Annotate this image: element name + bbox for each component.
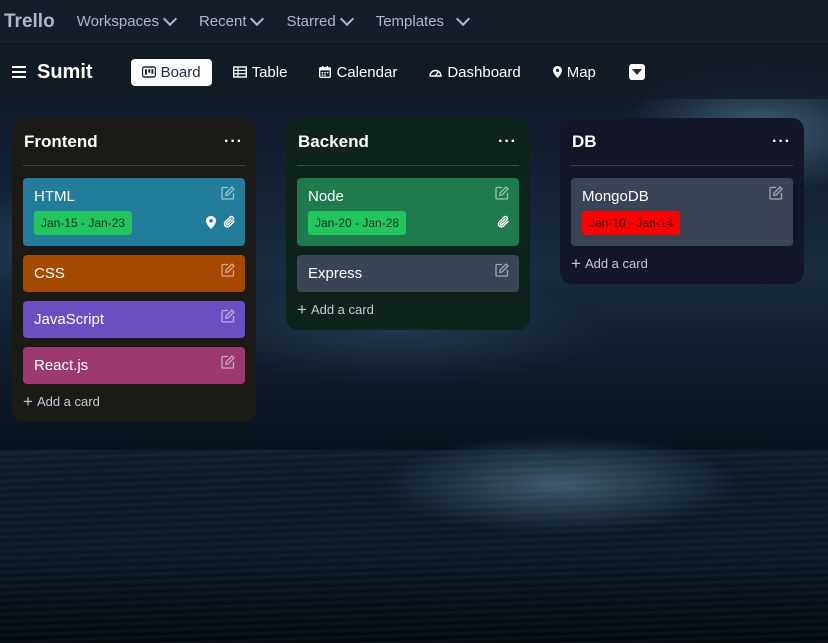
date-badge: Jan-10 - Jan-14 <box>582 211 681 235</box>
card-css[interactable]: CSS <box>23 255 245 292</box>
card-title: React.js <box>34 357 89 374</box>
card-title: HTML <box>34 188 75 205</box>
edit-icon[interactable] <box>221 309 235 323</box>
card-node[interactable]: Node Jan-20 - Jan-28 <box>297 178 519 246</box>
more-options-icon[interactable]: ··· <box>224 133 243 151</box>
nav-starred[interactable]: Starred <box>286 11 354 30</box>
edit-icon[interactable] <box>221 263 235 277</box>
view-calendar-button[interactable]: Calendar <box>308 59 408 86</box>
card-title: MongoDB <box>582 188 649 205</box>
card-express[interactable]: Express <box>297 255 519 292</box>
table-icon <box>232 66 247 78</box>
board-title[interactable]: Sumit <box>37 61 93 84</box>
calendar-icon <box>319 66 332 78</box>
list-db: DB ··· MongoDB Jan-10 - Jan-14 + Add a c… <box>560 118 804 284</box>
top-navigation: Trello Workspaces Recent Starred Templat… <box>0 0 828 44</box>
list-header: Backend ··· <box>297 118 519 166</box>
card-icons <box>497 215 510 234</box>
add-card-label: Add a card <box>584 256 648 271</box>
date-badge: Jan-20 - Jan-28 <box>308 211 407 235</box>
brand-logo[interactable]: Trello <box>4 11 55 33</box>
more-options-icon[interactable]: ··· <box>498 133 517 151</box>
list-title[interactable]: Frontend <box>24 132 98 152</box>
add-card-button[interactable]: + Add a card <box>297 301 519 318</box>
edit-icon[interactable] <box>221 355 235 369</box>
add-card-button[interactable]: + Add a card <box>23 393 245 410</box>
view-map-button[interactable]: Map <box>542 59 607 86</box>
inbox-dropdown-icon[interactable] <box>628 64 645 80</box>
nav-templates-label: Templates <box>375 13 445 30</box>
nav-recent-label: Recent <box>198 13 247 30</box>
card-html[interactable]: HTML Jan-15 - Jan-23 <box>23 178 245 246</box>
nav-recent[interactable]: Recent <box>198 11 265 30</box>
edit-icon[interactable] <box>495 263 509 277</box>
view-board-label: Board <box>160 63 201 81</box>
view-table-button[interactable]: Table <box>222 59 299 86</box>
plus-icon: + <box>571 254 581 273</box>
card-javascript[interactable]: JavaScript <box>23 301 245 338</box>
menu-icon[interactable] <box>12 66 26 78</box>
view-dashboard-label: Dashboard <box>447 63 521 81</box>
dashboard-icon <box>429 67 443 77</box>
plus-icon: + <box>297 300 307 319</box>
nav-workspaces-label: Workspaces <box>76 13 159 30</box>
attachment-icon <box>223 215 236 234</box>
location-icon <box>206 215 216 234</box>
card-icons <box>206 215 236 234</box>
view-dashboard-button[interactable]: Dashboard <box>418 59 531 86</box>
nav-templates[interactable]: Templates <box>375 11 471 30</box>
background-sea <box>0 450 828 643</box>
list-frontend: Frontend ··· HTML Jan-15 - Jan-23 CSS Ja… <box>12 118 256 422</box>
add-card-label: Add a card <box>310 302 374 317</box>
add-card-button[interactable]: + Add a card <box>571 255 793 272</box>
plus-icon: + <box>23 392 33 411</box>
chevron-down-icon <box>162 11 178 27</box>
list-header: DB ··· <box>571 118 793 166</box>
nav-workspaces[interactable]: Workspaces <box>76 11 178 30</box>
card-title: Express <box>308 265 363 282</box>
edit-icon[interactable] <box>495 186 509 200</box>
list-title[interactable]: DB <box>572 132 597 152</box>
more-options-icon[interactable]: ··· <box>772 133 791 151</box>
view-board-button[interactable]: Board <box>130 58 212 86</box>
view-map-label: Map <box>566 63 596 81</box>
board-header: Sumit Board Table Calendar Dashboard Map <box>0 45 828 99</box>
card-title: Node <box>308 188 344 205</box>
card-title: CSS <box>34 265 65 282</box>
list-backend: Backend ··· Node Jan-20 - Jan-28 Express… <box>286 118 530 330</box>
card-reactjs[interactable]: React.js <box>23 347 245 384</box>
card-mongodb[interactable]: MongoDB Jan-10 - Jan-14 <box>571 178 793 246</box>
date-badge: Jan-15 - Jan-23 <box>34 211 133 235</box>
nav-starred-label: Starred <box>286 13 336 30</box>
view-calendar-label: Calendar <box>336 63 398 81</box>
attachment-icon <box>497 215 510 234</box>
view-table-label: Table <box>251 63 288 81</box>
chevron-down-icon <box>250 11 265 27</box>
edit-icon[interactable] <box>769 186 783 200</box>
chevron-down-icon <box>455 11 471 27</box>
add-card-label: Add a card <box>36 394 100 409</box>
card-title: JavaScript <box>34 311 105 328</box>
board-icon <box>141 66 156 78</box>
chevron-down-icon <box>339 11 354 27</box>
map-pin-icon <box>552 66 562 78</box>
list-header: Frontend ··· <box>23 118 245 166</box>
edit-icon[interactable] <box>221 186 235 200</box>
list-title[interactable]: Backend <box>298 132 369 152</box>
